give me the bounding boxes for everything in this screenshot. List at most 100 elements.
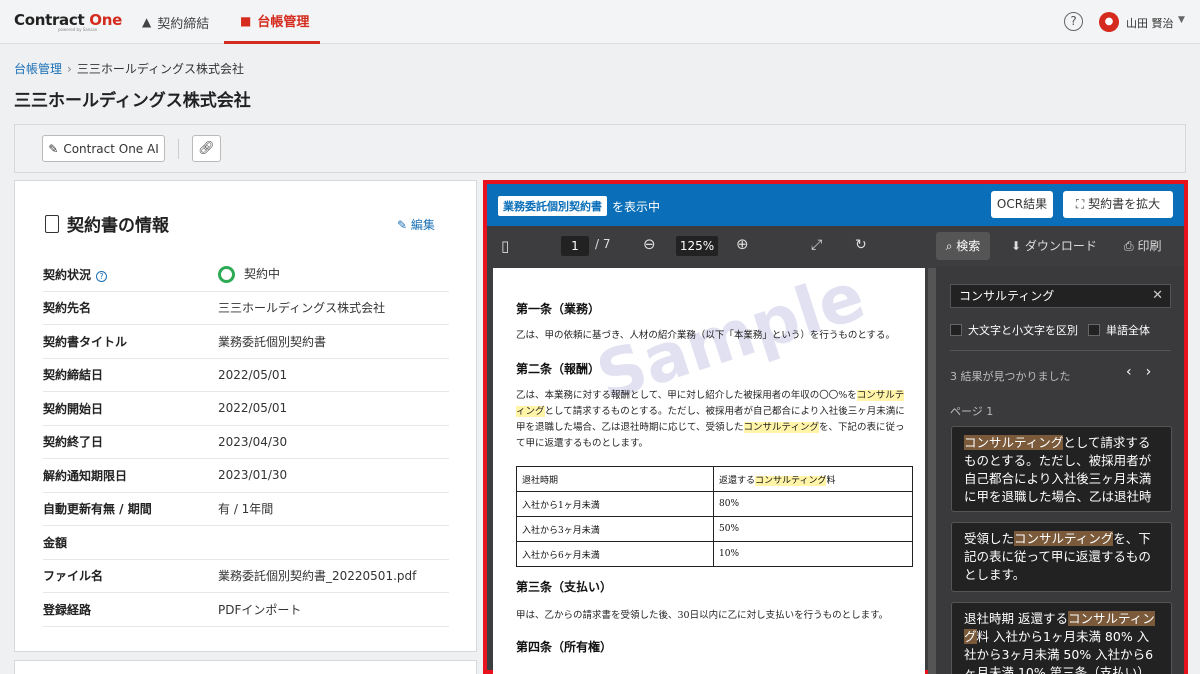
info-row: 契約締結日 2022/05/01 bbox=[43, 359, 449, 392]
result-highlight: コンサルティング bbox=[964, 435, 1064, 450]
result-count: 3 結果が見つかりました bbox=[950, 370, 1071, 383]
info-key: 登録経路 bbox=[43, 602, 92, 617]
info-key: 契約状況? bbox=[43, 266, 218, 283]
info-key: 金額 bbox=[43, 535, 68, 550]
breadcrumb-current: 三三ホールディングス株式会社 bbox=[76, 62, 244, 76]
breadcrumb-root[interactable]: 台帳管理 bbox=[14, 62, 62, 76]
info-row: 登録経路 PDFインポート bbox=[43, 593, 449, 627]
info-key: 契約締結日 bbox=[43, 368, 104, 383]
info-row: ファイル名 業務委託個別契約書_20220501.pdf bbox=[43, 560, 449, 593]
user-name[interactable]: 山田 賢治 bbox=[1126, 15, 1174, 31]
expand-label: 契約書を拡大 bbox=[1088, 197, 1161, 211]
info-row: 金額 bbox=[43, 526, 449, 560]
case-sensitive-checkbox[interactable]: 大文字と小文字を区別 bbox=[950, 322, 1078, 338]
document-icon bbox=[45, 214, 59, 233]
search-highlight: コンサルティング bbox=[743, 422, 819, 433]
search-result-card[interactable]: 退社時期 返還するコンサルティング料 入社から1ヶ月未満 80% 入社から3ヶ月… bbox=[951, 602, 1172, 674]
print-button[interactable]: ⎙ 印刷 bbox=[1124, 237, 1161, 254]
contract-info-panel: 契約書の情報 ✎ 編集 契約状況? 契約中 契約先名 三三ホールディングス株式会社… bbox=[14, 180, 477, 652]
table-row: 入社から6ヶ月未満 10% bbox=[516, 541, 913, 567]
pdf-scrollbar[interactable] bbox=[928, 268, 936, 674]
result-navigation: ‹› bbox=[1126, 364, 1165, 380]
info-row: 契約書タイトル 業務委託個別契約書 bbox=[43, 325, 449, 359]
avatar[interactable]: ● bbox=[1099, 12, 1119, 32]
info-row: 契約終了日 2023/04/30 bbox=[43, 426, 449, 459]
search-icon: ⌕ bbox=[945, 239, 953, 253]
info-list: 契約状況? 契約中 契約先名 三三ホールディングス株式会社 契約書タイトル 業務委託… bbox=[43, 258, 449, 627]
fullscreen-icon: ⛶ bbox=[1075, 197, 1085, 211]
secondary-panel bbox=[14, 660, 477, 674]
info-value: 契約中 bbox=[218, 265, 280, 284]
stamp-icon: ▲ bbox=[142, 15, 152, 29]
table-row: 入社から3ヶ月未満 50% bbox=[516, 516, 913, 542]
pdf-toolbar: ▯ 1 / 7 ⊖ 125% ⊕ ⤢ ↻ ⌕ 検索 ⬇ ダウンロード ⎙ 印刷 bbox=[487, 226, 1184, 266]
info-value: 業務委託個別契約書 bbox=[218, 334, 327, 349]
chevron-right-icon[interactable]: › bbox=[1146, 364, 1166, 380]
table-cell: 入社から1ヶ月未満 bbox=[516, 491, 714, 517]
search-result-card[interactable]: 受領したコンサルティングを、下記の表に従って甲に返還するものとします。 bbox=[951, 522, 1172, 592]
whole-word-checkbox[interactable]: 単語全体 bbox=[1088, 322, 1150, 338]
tab-contract-signing[interactable]: ▲ 契約締結 bbox=[142, 0, 209, 44]
contract-one-ai-button[interactable]: ✎ Contract One AI bbox=[42, 135, 165, 162]
info-key: 自動更新有無 / 期間 bbox=[43, 502, 152, 517]
link-icon: 🔗︎ bbox=[198, 141, 215, 156]
printer-icon: ⎙ bbox=[1124, 239, 1134, 253]
help-icon[interactable]: ? bbox=[96, 270, 108, 282]
info-key: 契約開始日 bbox=[43, 401, 104, 416]
article-heading: 第二条（報酬） bbox=[516, 362, 601, 376]
tab-label: 台帳管理 bbox=[257, 15, 310, 30]
ocr-result-button[interactable]: OCR結果 bbox=[991, 191, 1053, 218]
help-icon[interactable]: ? bbox=[1064, 12, 1083, 31]
print-label: 印刷 bbox=[1137, 239, 1162, 253]
sidebar-toggle-icon[interactable]: ▯ bbox=[501, 237, 509, 255]
info-key: ファイル名 bbox=[43, 569, 104, 584]
edit-label: 編集 bbox=[410, 218, 435, 232]
copy-link-button[interactable]: 🔗︎ bbox=[192, 135, 221, 162]
search-input[interactable]: コンサルティング ✕ bbox=[950, 284, 1171, 308]
zoom-level[interactable]: 125% bbox=[676, 236, 718, 256]
info-value: 業務委託個別契約書_20220501.pdf bbox=[218, 569, 417, 584]
info-value: 有 / 1年間 bbox=[218, 502, 274, 517]
info-value: 三三ホールディングス株式会社 bbox=[218, 301, 386, 316]
page-number-input[interactable]: 1 bbox=[561, 236, 589, 256]
chevron-right-icon: › bbox=[67, 62, 72, 76]
toolbar-divider bbox=[178, 139, 179, 159]
tab-ledger[interactable]: ■ 台帳管理 bbox=[224, 0, 320, 44]
checkbox-box[interactable] bbox=[1088, 324, 1100, 336]
download-button[interactable]: ⬇ ダウンロード bbox=[1011, 237, 1097, 254]
info-row: 契約先名 三三ホールディングス株式会社 bbox=[43, 292, 449, 325]
search-tab[interactable]: ⌕ 検索 bbox=[936, 232, 990, 260]
article-heading: 第三条（支払い） bbox=[516, 580, 613, 594]
result-highlight: コンサルティング bbox=[1014, 531, 1114, 546]
article-heading: 第一条（業務） bbox=[516, 302, 601, 316]
info-key: 契約終了日 bbox=[43, 435, 104, 450]
rotate-icon[interactable]: ↻ bbox=[855, 237, 867, 253]
pdf-page[interactable]: Sample 第一条（業務） 乙は、甲の依頼に基づき、人材の紹介業務（以下「本業… bbox=[493, 268, 925, 674]
info-row: 契約開始日 2022/05/01 bbox=[43, 392, 449, 426]
zoom-out-icon[interactable]: ⊖ bbox=[643, 235, 656, 253]
close-icon[interactable]: ✕ bbox=[1152, 285, 1163, 307]
info-value: 2023/01/30 bbox=[218, 468, 288, 483]
viewer-header: 業務委託個別契約書 を表示中 OCR結果 ⛶ 契約書を拡大 bbox=[487, 184, 1184, 226]
fit-page-icon[interactable]: ⤢ bbox=[811, 237, 822, 253]
chevron-left-icon[interactable]: ‹ bbox=[1126, 364, 1146, 380]
divider bbox=[950, 350, 1171, 351]
search-result-card[interactable]: コンサルティングとして請求するものとする。ただし、被採用者が自己都合により入社後… bbox=[951, 426, 1172, 512]
article-heading: 第四条（所有権） bbox=[516, 640, 613, 654]
info-row: 解約通知期限日 2023/01/30 bbox=[43, 459, 449, 493]
download-icon: ⬇ bbox=[1011, 239, 1022, 253]
info-row-status: 契約状況? 契約中 bbox=[43, 258, 449, 292]
checkbox-box[interactable] bbox=[950, 324, 962, 336]
refund-table: 退社時期 返還するコンサルティング料 入社から1ヶ月未満 80% 入社から3ヶ月未満… bbox=[516, 466, 913, 567]
info-key: 契約先名 bbox=[43, 301, 92, 316]
info-value: 2022/05/01 bbox=[218, 367, 288, 382]
info-title: 契約書の情報 bbox=[67, 216, 169, 236]
table-cell: 入社から3ヶ月未満 bbox=[516, 516, 714, 542]
pencil-icon: ✎ bbox=[397, 218, 408, 232]
ai-button-label: Contract One AI bbox=[63, 141, 159, 156]
zoom-in-icon[interactable]: ⊕ bbox=[736, 235, 749, 253]
showing-label: を表示中 bbox=[612, 200, 661, 214]
edit-button[interactable]: ✎ 編集 bbox=[397, 216, 435, 233]
chevron-down-icon[interactable]: ▼ bbox=[1178, 15, 1185, 25]
expand-document-button[interactable]: ⛶ 契約書を拡大 bbox=[1063, 191, 1173, 218]
